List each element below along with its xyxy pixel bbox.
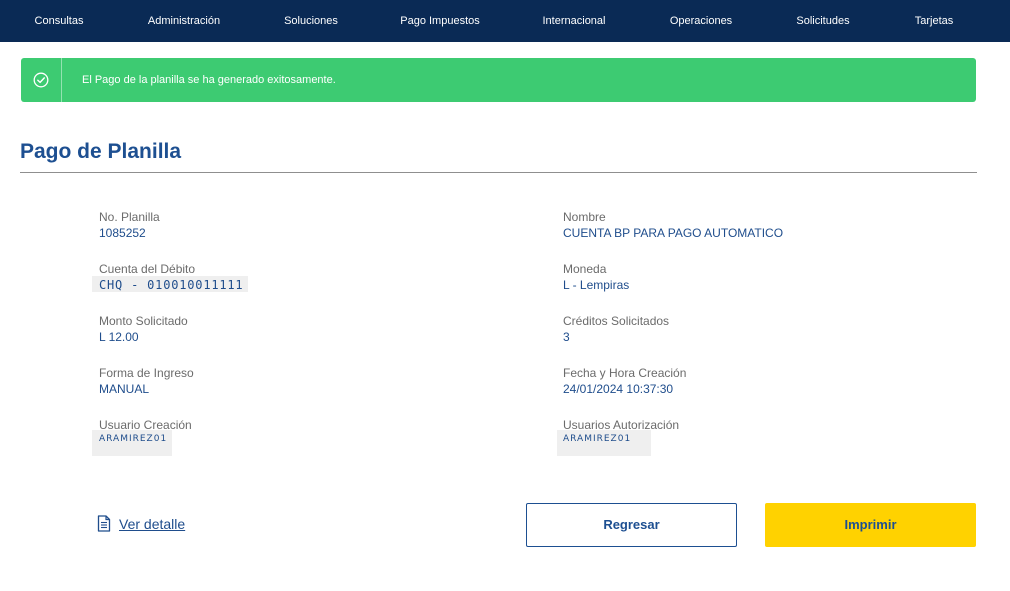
field-monto: Monto Solicitado L 12.00 [99,314,188,344]
nav-pago-impuestos[interactable]: Pago Impuestos [400,0,480,42]
creditos-label: Créditos Solicitados [563,314,670,328]
nav-tarjetas[interactable]: Tarjetas [915,0,954,42]
monto-label: Monto Solicitado [99,314,188,328]
usuario-creacion-value: ARAMIREZ01 [99,434,168,444]
document-icon [97,515,111,532]
nav-solicitudes[interactable]: Solicitudes [796,0,849,42]
success-banner: El Pago de la planilla se ha generado ex… [21,58,976,102]
success-message: El Pago de la planilla se ha generado ex… [82,74,336,86]
usuario-creacion-label: Usuario Creación [99,418,192,432]
forma-value: MANUAL [99,382,150,396]
cuenta-value: CHQ - 010010011111 [99,278,244,292]
usuarios-autorizacion-value: ARAMIREZ01 [563,434,632,444]
field-moneda: Moneda L - Lempiras [563,262,629,292]
field-creditos: Créditos Solicitados 3 [563,314,669,344]
back-button[interactable]: Regresar [526,503,737,547]
usuarios-autorizacion-label: Usuarios Autorización [563,418,680,432]
nombre-value: CUENTA BP PARA PAGO AUTOMATICO [563,226,784,240]
nav-consultas[interactable]: Consultas [35,0,84,42]
fecha-value: 24/01/2024 10:37:30 [563,382,674,396]
field-usuarios-autorizacion: Usuarios Autorización ARAMIREZ01 [563,418,679,446]
field-usuario-creacion: Usuario Creación ARAMIREZ01 [99,418,192,446]
page-title: Pago de Planilla [20,140,182,163]
nav-soluciones[interactable]: Soluciones [284,0,338,42]
cuenta-label: Cuenta del Débito [99,262,196,276]
forma-label: Forma de Ingreso [99,366,194,380]
field-nombre: Nombre CUENTA BP PARA PAGO AUTOMATICO [563,210,783,240]
banner-divider [61,58,62,102]
fecha-label: Fecha y Hora Creación [563,366,687,380]
moneda-value: L - Lempiras [563,278,630,292]
monto-value: L 12.00 [99,330,139,344]
nav-internacional[interactable]: Internacional [543,0,606,42]
field-forma-ingreso: Forma de Ingreso MANUAL [99,366,194,396]
field-cuenta: Cuenta del Débito CHQ - 010010011111 [99,262,243,292]
field-fecha-creacion: Fecha y Hora Creación 24/01/2024 10:37:3… [563,366,686,396]
check-circle-icon [33,72,49,88]
moneda-label: Moneda [563,262,607,276]
field-planilla: No. Planilla 1085252 [99,210,160,240]
title-divider [20,172,977,173]
nav-administracion[interactable]: Administración [148,0,220,42]
creditos-value: 3 [563,330,570,344]
top-nav: Consultas Administración Soluciones Pago… [0,0,1010,42]
nav-operaciones[interactable]: Operaciones [670,0,732,42]
planilla-label: No. Planilla [99,210,160,224]
planilla-value: 1085252 [99,226,146,240]
print-button[interactable]: Imprimir [765,503,976,547]
nombre-label: Nombre [563,210,606,224]
view-detail-label[interactable]: Ver detalle [119,516,185,532]
view-detail-link[interactable]: Ver detalle [97,515,185,532]
